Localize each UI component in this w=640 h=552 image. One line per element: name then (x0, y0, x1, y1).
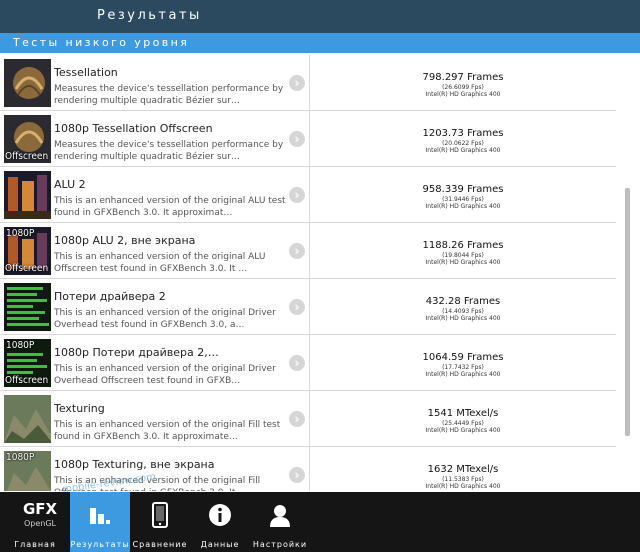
result-row-texturing[interactable]: Texturing This is an enhanced version of… (0, 391, 616, 447)
test-fps: (11.5383 Fps) (442, 476, 484, 483)
nav-results[interactable]: Результаты (70, 492, 130, 552)
divider (309, 223, 310, 279)
test-fps: (19.8044 Fps) (442, 252, 484, 259)
test-gpu: Intel(R) HD Graphics 400 (425, 483, 501, 490)
test-gpu: Intel(R) HD Graphics 400 (425, 427, 501, 434)
test-description: This is an enhanced version of the origi… (54, 364, 276, 386)
test-thumbnail: Offscreen (4, 115, 51, 163)
result-row-driver-overhead2-offscreen[interactable]: 1080P Offscreen 1080p Потери драйвера 2,… (0, 335, 616, 391)
chevron-right-icon[interactable]: › (289, 243, 305, 259)
test-name: 1080p Tessellation Offscreen (54, 122, 213, 135)
test-gpu: Intel(R) HD Graphics 400 (425, 371, 501, 378)
nav-label: Настройки (252, 540, 308, 549)
nav-label: Главная (14, 540, 56, 549)
test-name: Texturing (54, 402, 105, 415)
section-label: Тесты низкого уровня (13, 36, 190, 49)
thumbnail-resolution: 1080P (6, 340, 35, 351)
nav-settings[interactable]: Настройки (250, 492, 310, 552)
result-row-alu2[interactable]: ALU 2 This is an enhanced version of the… (0, 167, 616, 223)
test-gpu: Intel(R) HD Graphics 400 (425, 259, 501, 266)
test-gpu: Intel(R) HD Graphics 400 (425, 91, 501, 98)
chevron-right-icon[interactable]: › (289, 187, 305, 203)
test-thumbnail (4, 395, 51, 443)
test-score: 1188.26 Frames (422, 240, 504, 251)
test-score: 432.28 Frames (425, 296, 501, 307)
results-list: Tessellation Measures the device's tesse… (0, 55, 640, 491)
divider (309, 167, 310, 223)
test-description: Measures the device's tessellation perfo… (54, 140, 284, 162)
result-row-tessellation[interactable]: Tessellation Measures the device's tesse… (0, 55, 616, 111)
test-fps: (25.4449 Fps) (442, 420, 484, 427)
thumbnail-resolution: 1080P (6, 452, 35, 463)
thumbnail-caption: Offscreen (5, 151, 49, 162)
test-name: 1080p Texturing, вне экрана (54, 458, 215, 471)
test-score: 1203.73 Frames (422, 128, 504, 139)
test-thumbnail: 1080P Offscreen (4, 339, 51, 387)
test-thumbnail: 1080P (4, 451, 51, 491)
test-description: This is an enhanced version of the origi… (54, 196, 286, 218)
test-description: This is an enhanced version of the origi… (54, 420, 281, 442)
test-fps: (14.4093 Fps) (442, 308, 484, 315)
test-name: 1080p Потери драйвера 2,… (54, 346, 219, 359)
thumbnail-resolution: 1080P (6, 228, 35, 239)
chevron-right-icon[interactable]: › (289, 355, 305, 371)
test-gpu: Intel(R) HD Graphics 400 (425, 315, 501, 322)
nav-compare[interactable]: Сравнение (130, 492, 190, 552)
test-thumbnail (4, 59, 51, 107)
gfxbench-app: Результаты Тесты низкого уровня Tessella… (0, 0, 640, 552)
thumbnail-caption: Offscreen (5, 263, 49, 274)
test-thumbnail (4, 283, 51, 331)
top-bar: Результаты (0, 0, 640, 33)
divider (309, 111, 310, 167)
test-fps: (26.6099 Fps) (442, 84, 484, 91)
chevron-right-icon[interactable]: › (289, 467, 305, 483)
test-fps: (20.0622 Fps) (442, 140, 484, 147)
gfx-logo: GFX (22, 500, 58, 518)
result-row-tessellation-offscreen[interactable]: Offscreen 1080p Tessellation Offscreen M… (0, 111, 616, 167)
info-icon (209, 504, 231, 526)
divider (309, 391, 310, 447)
test-name: 1080p ALU 2, вне экрана (54, 234, 196, 247)
test-gpu: Intel(R) HD Graphics 400 (425, 203, 501, 210)
test-name: Tessellation (54, 66, 118, 79)
nav-info[interactable]: Данные (190, 492, 250, 552)
user-icon (270, 505, 290, 527)
chevron-right-icon[interactable]: › (289, 411, 305, 427)
bar-chart-icon (90, 508, 110, 524)
chevron-right-icon[interactable]: › (289, 75, 305, 91)
gfx-logo-subtitle: OpenGL (23, 519, 57, 528)
test-description: This is an enhanced version of the origi… (54, 252, 266, 274)
test-score: 958.339 Frames (422, 184, 504, 195)
result-row-driver-overhead2[interactable]: Потери драйвера 2 This is an enhanced ve… (0, 279, 616, 335)
bottom-nav: GFX OpenGL Главная Результаты Сравнение (0, 492, 640, 552)
result-row-alu2-offscreen[interactable]: 1080P Offscreen 1080p ALU 2, вне экрана … (0, 223, 616, 279)
phone-icon (152, 502, 168, 528)
chevron-right-icon[interactable]: › (289, 299, 305, 315)
test-gpu: Intel(R) HD Graphics 400 (425, 147, 501, 154)
test-description: This is an enhanced version of the origi… (54, 308, 276, 330)
test-score: 1632 MTexel/s (427, 464, 499, 475)
scrollbar-thumb[interactable] (625, 188, 630, 436)
test-name: Потери драйвера 2 (54, 290, 166, 303)
thumbnail-caption: Offscreen (5, 375, 49, 386)
page-title: Результаты (97, 8, 202, 23)
nav-home[interactable]: GFX OpenGL Главная (0, 492, 70, 552)
chevron-right-icon[interactable]: › (289, 131, 305, 147)
test-score: 798.297 Frames (422, 72, 504, 83)
test-description: Measures the device's tessellation perfo… (54, 84, 284, 106)
test-score: 1064.59 Frames (422, 352, 504, 363)
nav-label: Данные (200, 540, 240, 549)
test-score: 1541 MTexel/s (427, 408, 499, 419)
nav-label: Сравнение (132, 540, 188, 549)
section-header: Тесты низкого уровня (0, 33, 640, 53)
test-fps: (17.7432 Fps) (442, 364, 484, 371)
test-name: ALU 2 (54, 178, 86, 191)
divider (309, 279, 310, 335)
divider (309, 55, 310, 111)
test-thumbnail (4, 171, 51, 219)
test-fps: (31.9446 Fps) (442, 196, 484, 203)
nav-label: Результаты (70, 540, 130, 549)
test-thumbnail: 1080P Offscreen (4, 227, 51, 275)
divider (309, 335, 310, 391)
